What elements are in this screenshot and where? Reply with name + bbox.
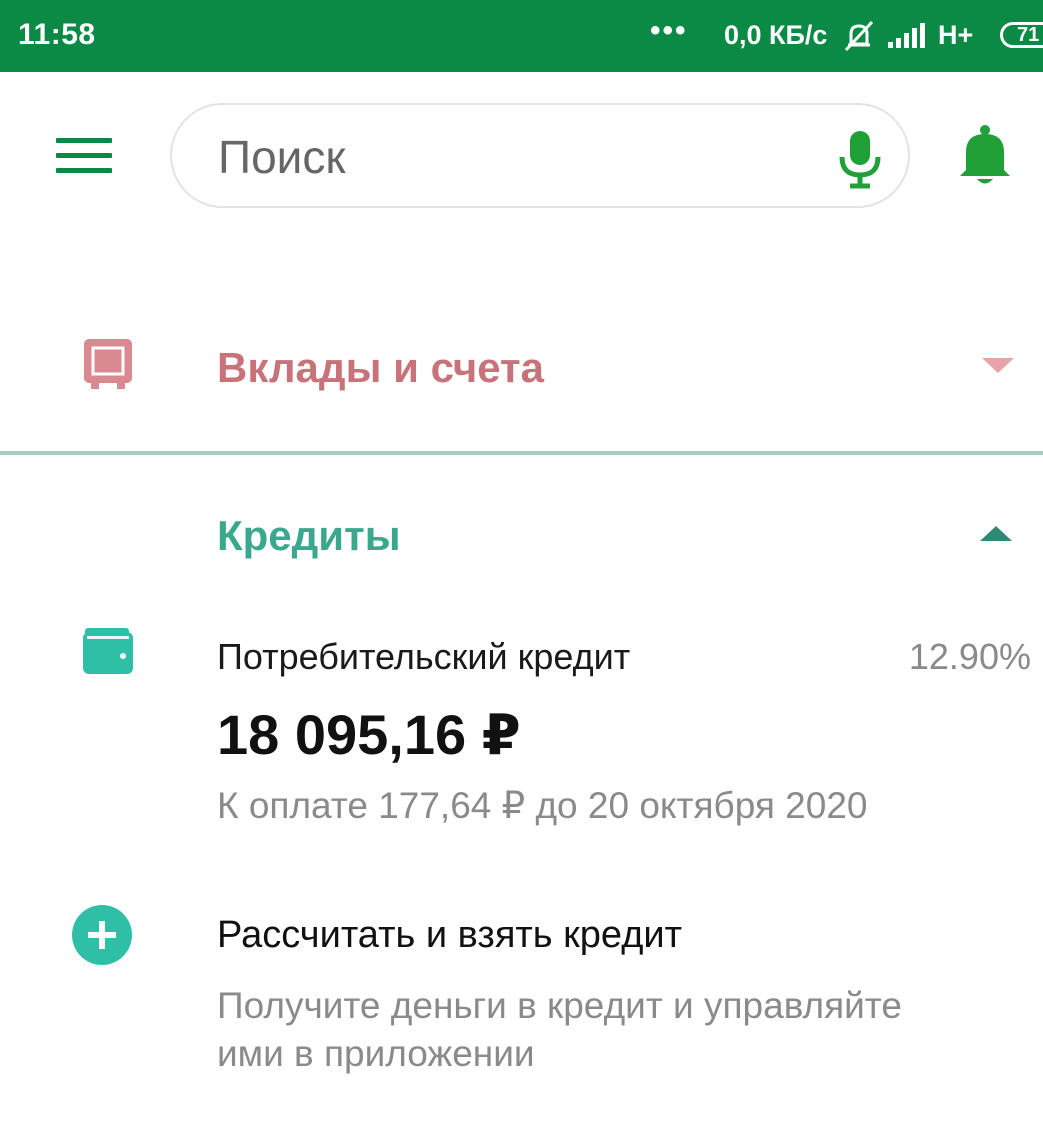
deposits-title: Вклады и счета	[217, 344, 544, 391]
status-bar: 11:58 ••• 0,0 КБ/с H+ 71	[0, 0, 1043, 72]
safe-icon	[84, 339, 132, 389]
chevron-up-icon[interactable]	[980, 526, 1012, 541]
loan-name[interactable]: Потребительский кредит	[217, 636, 630, 678]
loan-next-payment: К оплате 177,64 ₽ до 20 октября 2020	[217, 785, 868, 826]
status-network-speed: 0,0 КБ/с	[724, 20, 828, 50]
plus-circle-icon[interactable]	[72, 905, 132, 965]
signal-strength-icon	[888, 23, 925, 48]
microphone-icon[interactable]	[836, 129, 884, 189]
status-notification-dots: •••	[650, 14, 688, 47]
wallet-icon	[83, 628, 133, 674]
hamburger-menu-icon[interactable]	[56, 138, 112, 174]
deposits-section-header[interactable]: Вклады и счета	[0, 320, 1043, 420]
chevron-down-icon[interactable]	[982, 358, 1014, 373]
section-divider	[0, 451, 1043, 455]
loan-interest-rate: 12.90%	[908, 636, 1031, 677]
search-input[interactable]	[218, 129, 778, 185]
new-loan-title[interactable]: Рассчитать и взять кредит	[217, 914, 682, 957]
status-time: 11:58	[18, 18, 96, 51]
battery-icon: 71	[1000, 22, 1043, 48]
bell-icon[interactable]	[956, 124, 1014, 188]
muted-bell-icon	[844, 20, 874, 52]
search-bar[interactable]	[170, 103, 910, 208]
new-loan-description: Получите деньги в кредит и управляйте им…	[217, 985, 902, 1074]
battery-level: 71	[1017, 24, 1040, 46]
loan-balance-amount: 18 095,16 ₽	[217, 703, 521, 766]
credits-title[interactable]: Кредиты	[217, 512, 401, 560]
status-network-type: H+	[938, 20, 974, 50]
